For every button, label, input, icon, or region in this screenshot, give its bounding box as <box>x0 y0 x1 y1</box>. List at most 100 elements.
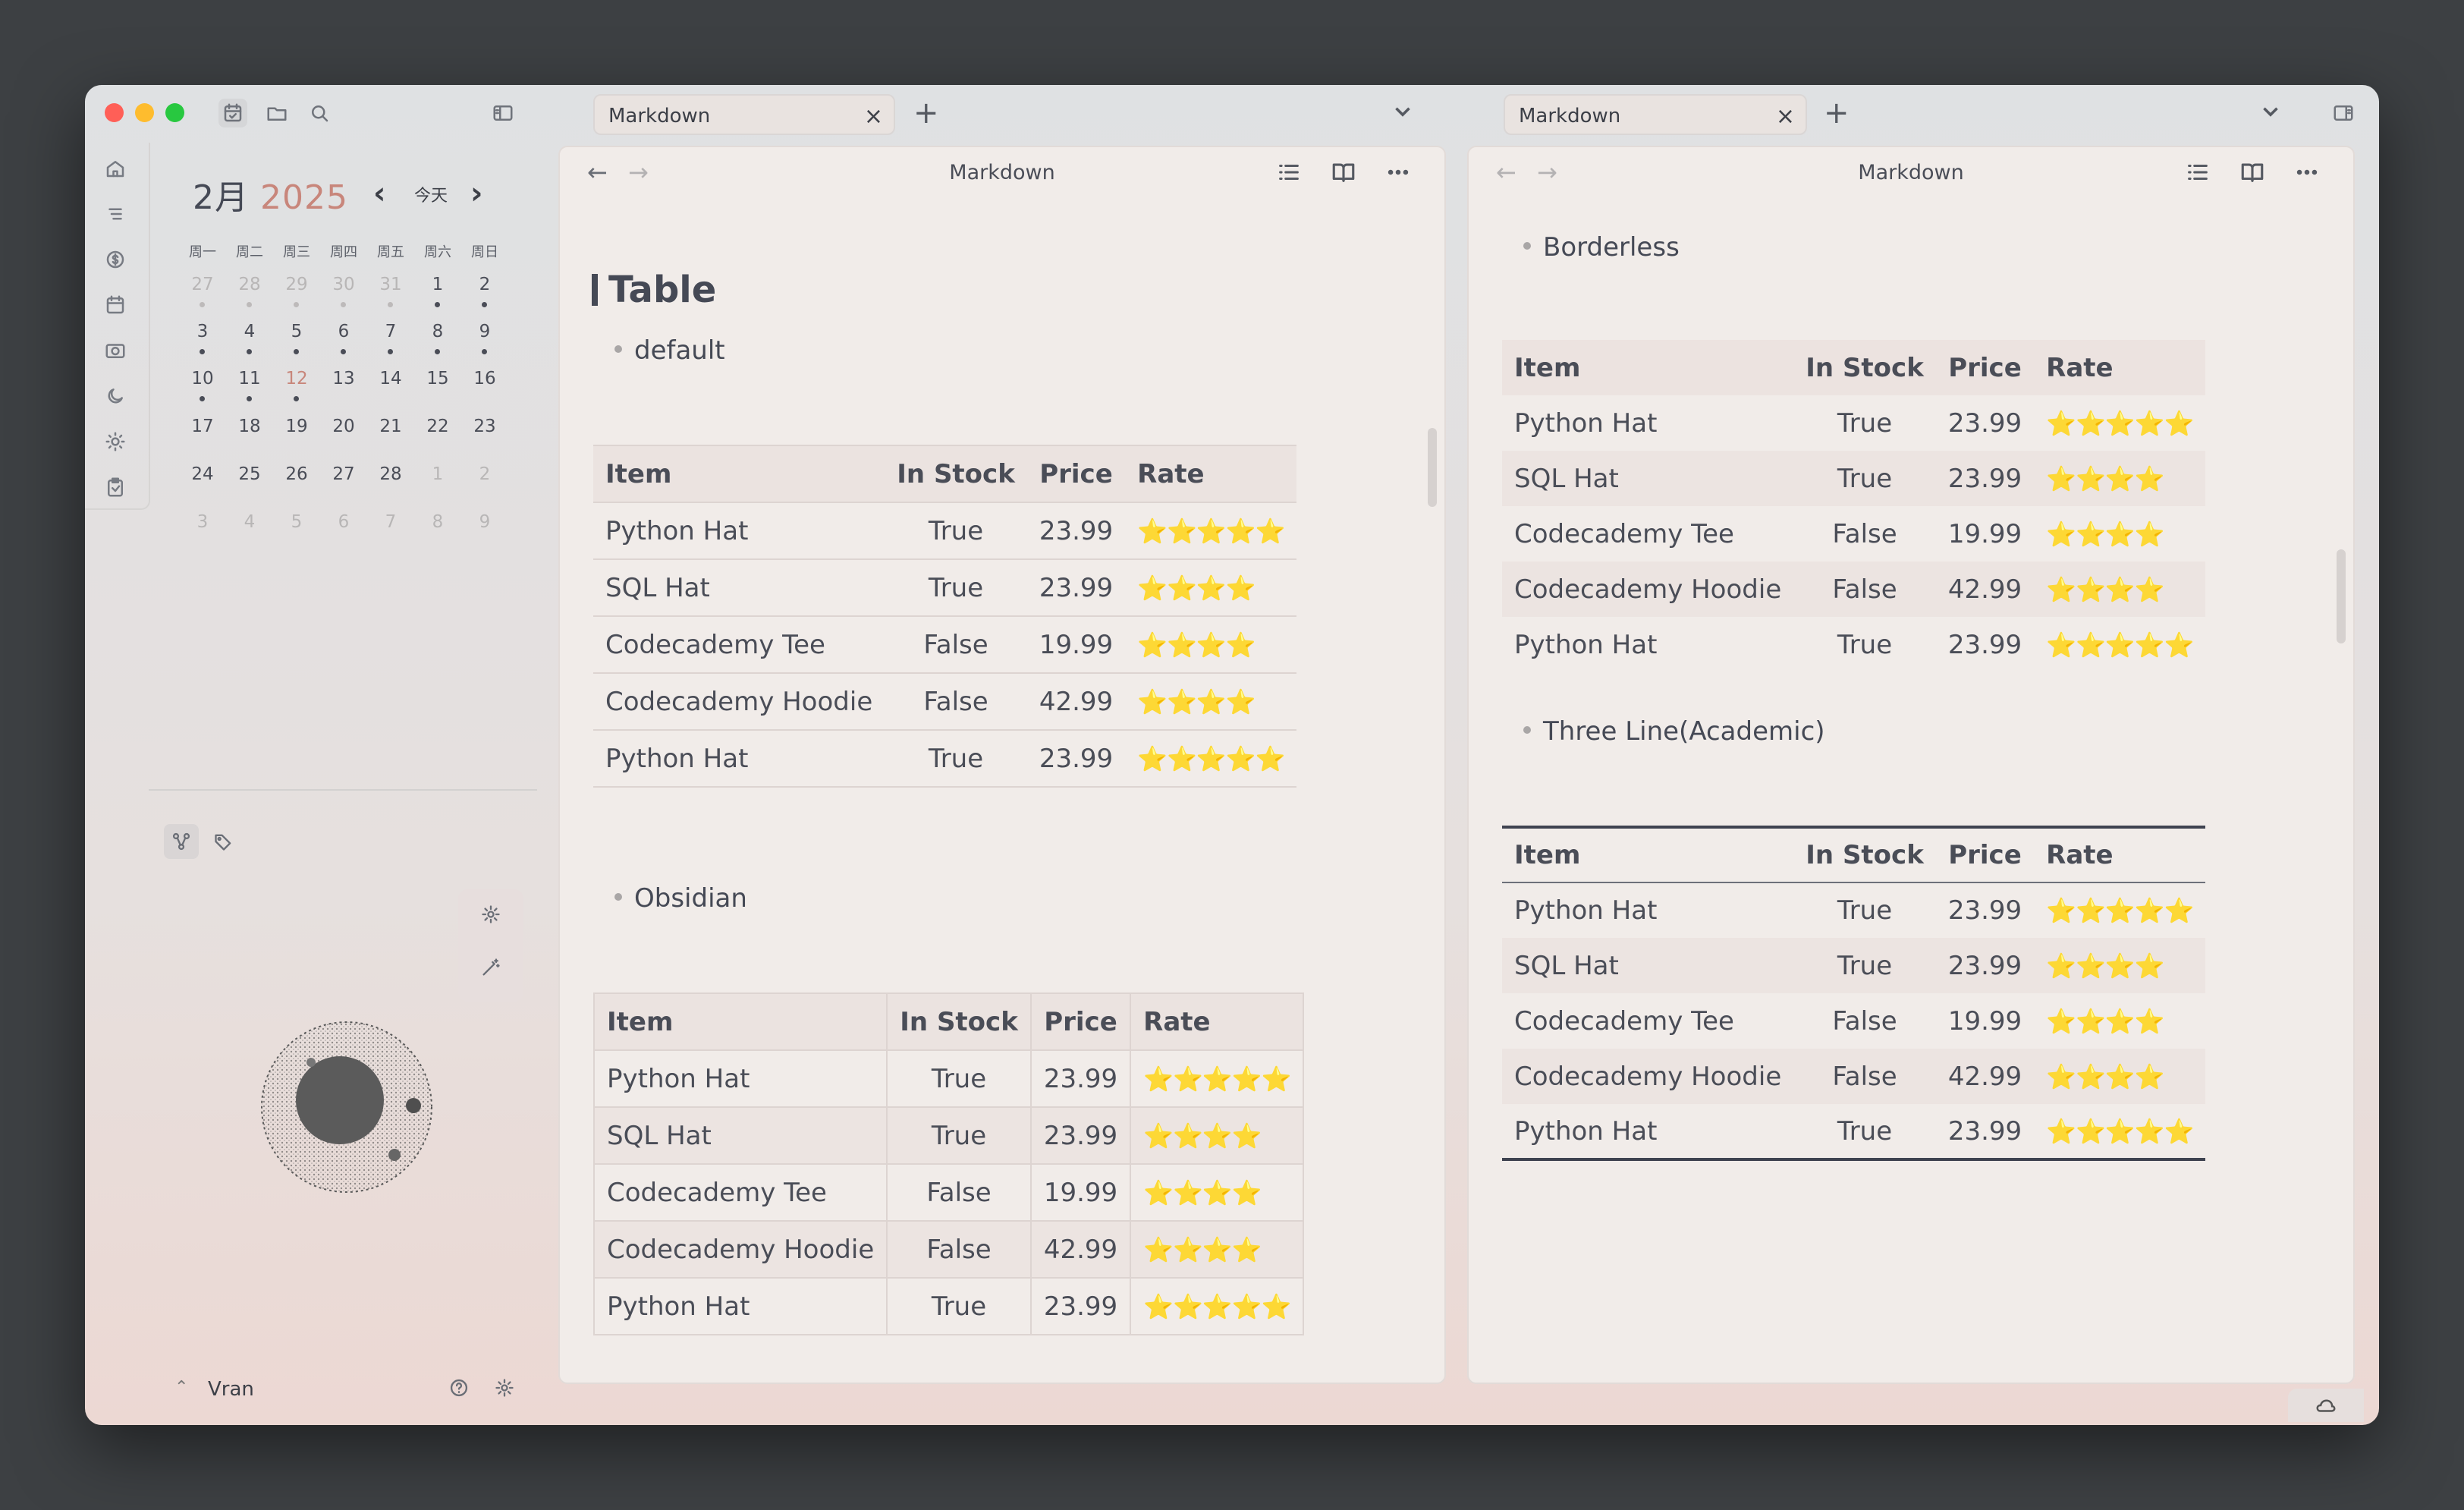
new-tab-button[interactable]: + <box>913 96 939 131</box>
calendar-day[interactable]: 7 <box>372 512 410 532</box>
tab-label: Markdown <box>1519 105 1621 127</box>
outline-icon[interactable] <box>100 199 130 229</box>
calendar-day[interactable]: 12 <box>278 369 316 389</box>
tab-list-chevron-icon[interactable] <box>1390 99 1416 124</box>
table-row: Codecademy Hoodie False 42.99 ⭐⭐⭐⭐ <box>1502 1049 2206 1104</box>
calendar-day[interactable]: 7 <box>372 322 410 341</box>
vault-name[interactable]: Vran <box>208 1378 254 1401</box>
calendar-day[interactable]: 6 <box>325 512 363 532</box>
table-row: Codecademy Tee False 19.99 ⭐⭐⭐⭐ <box>593 616 1297 674</box>
calendar-day[interactable]: 25 <box>231 464 269 484</box>
magic-wand-icon[interactable] <box>473 950 508 985</box>
right-sidebar-toggle-icon[interactable] <box>2329 99 2358 127</box>
prev-month-button[interactable]: ‹ <box>373 176 385 211</box>
minimize-window-button[interactable] <box>135 103 154 122</box>
calendar-day[interactable]: 8 <box>419 322 457 341</box>
calendar-day[interactable]: 16 <box>466 369 504 389</box>
calendar-day[interactable]: 14 <box>372 369 410 389</box>
calendar-day[interactable]: 18 <box>231 417 269 436</box>
reading-view-icon[interactable] <box>2239 159 2268 188</box>
outline-list-icon[interactable] <box>1276 159 1305 188</box>
tab-right-markdown[interactable]: Markdown × <box>1504 94 1807 135</box>
camera-icon[interactable] <box>100 335 130 366</box>
cell-price: 42.99 <box>1947 1061 2022 1092</box>
today-button[interactable]: 今天 <box>414 182 448 206</box>
calendar-day[interactable]: 26 <box>278 464 316 484</box>
calendar-day[interactable]: 5 <box>278 512 316 532</box>
calendar-day[interactable]: 2 <box>466 464 504 484</box>
calendar-day[interactable]: 24 <box>184 464 222 484</box>
cell-stock: False <box>1832 518 1897 549</box>
folder-icon[interactable] <box>262 99 291 127</box>
calendar-day[interactable]: 5 <box>278 322 316 341</box>
dollar-icon[interactable] <box>100 244 130 275</box>
calendar-day[interactable]: 28 <box>372 464 410 484</box>
calendar-day[interactable]: 9 <box>466 512 504 532</box>
table-row: Python Hat True 23.99 ⭐⭐⭐⭐⭐ <box>1502 395 2205 451</box>
calendar-day[interactable]: 1 <box>419 464 457 484</box>
app-window: Markdown × + Markdown × + 2月 2025 ‹ 今天 ›… <box>85 85 2379 1425</box>
calendar-day[interactable]: 13 <box>325 369 363 389</box>
calendar-day[interactable]: 19 <box>278 417 316 436</box>
close-window-button[interactable] <box>105 103 124 122</box>
cell-stock: True <box>1837 463 1893 494</box>
settings-icon[interactable] <box>473 897 508 932</box>
moon-icon[interactable] <box>100 381 130 411</box>
home-icon[interactable] <box>100 153 130 184</box>
outline-list-icon[interactable] <box>2185 159 2214 188</box>
calendar-day[interactable]: 15 <box>419 369 457 389</box>
calendar-day[interactable]: 22 <box>419 417 457 436</box>
calendar-year: 2025 <box>260 178 348 217</box>
calendar-day[interactable]: 29 <box>278 275 316 294</box>
calendar-day[interactable]: 4 <box>231 322 269 341</box>
table-header-row: Item In Stock Price Rate <box>593 445 1297 503</box>
tab-list-chevron-icon[interactable] <box>2258 99 2283 124</box>
cell-stock: True <box>886 1049 1032 1108</box>
help-icon[interactable] <box>442 1370 476 1405</box>
close-tab-icon[interactable]: × <box>864 103 883 130</box>
graph-icon[interactable] <box>164 824 199 859</box>
vault-settings-icon[interactable] <box>487 1370 522 1405</box>
search-icon[interactable] <box>305 99 334 127</box>
clipboard-icon[interactable] <box>100 472 130 502</box>
sidebar-divider <box>149 789 537 791</box>
close-tab-icon[interactable]: × <box>1776 103 1795 130</box>
scrollbar[interactable] <box>1428 428 1437 507</box>
calendar-check-icon[interactable] <box>218 99 247 127</box>
calendar-day[interactable]: 17 <box>184 417 222 436</box>
scrollbar[interactable] <box>2337 549 2346 643</box>
cell-item: SQL Hat <box>593 559 885 617</box>
more-options-icon[interactable] <box>2294 159 2323 188</box>
calendar-day[interactable]: 4 <box>231 512 269 532</box>
cell-item: SQL Hat <box>592 1106 888 1165</box>
calendar-day[interactable]: 21 <box>372 417 410 436</box>
left-sidebar-toggle-icon[interactable] <box>489 99 517 127</box>
calendar-day[interactable]: 30 <box>325 275 363 294</box>
calendar-day[interactable]: 31 <box>372 275 410 294</box>
calendar-day[interactable]: 3 <box>184 322 222 341</box>
sun-icon[interactable] <box>100 426 130 457</box>
calendar-day[interactable]: 28 <box>231 275 269 294</box>
new-tab-button[interactable]: + <box>1824 96 1850 131</box>
calendar-day[interactable]: 3 <box>184 512 222 532</box>
calendar-day[interactable]: 9 <box>466 322 504 341</box>
calendar-day[interactable]: 11 <box>231 369 269 389</box>
sync-icon[interactable] <box>2315 1394 2337 1417</box>
reading-view-icon[interactable] <box>1331 159 1359 188</box>
calendar-icon[interactable] <box>100 290 130 320</box>
calendar-day[interactable]: 10 <box>184 369 222 389</box>
tags-icon[interactable] <box>206 824 241 859</box>
calendar-day[interactable]: 1 <box>419 275 457 294</box>
calendar-day[interactable]: 6 <box>325 322 363 341</box>
more-options-icon[interactable] <box>1385 159 1414 188</box>
calendar-day[interactable]: 8 <box>419 512 457 532</box>
calendar-day[interactable]: 27 <box>184 275 222 294</box>
zoom-window-button[interactable] <box>165 103 184 122</box>
calendar-day[interactable]: 23 <box>466 417 504 436</box>
calendar-day[interactable]: 20 <box>325 417 363 436</box>
tab-left-markdown[interactable]: Markdown × <box>593 94 895 135</box>
next-month-button[interactable]: › <box>470 176 482 211</box>
calendar-day[interactable]: 27 <box>325 464 363 484</box>
vault-switcher-icon[interactable]: ⌃ <box>174 1378 188 1397</box>
calendar-day[interactable]: 2 <box>466 275 504 294</box>
